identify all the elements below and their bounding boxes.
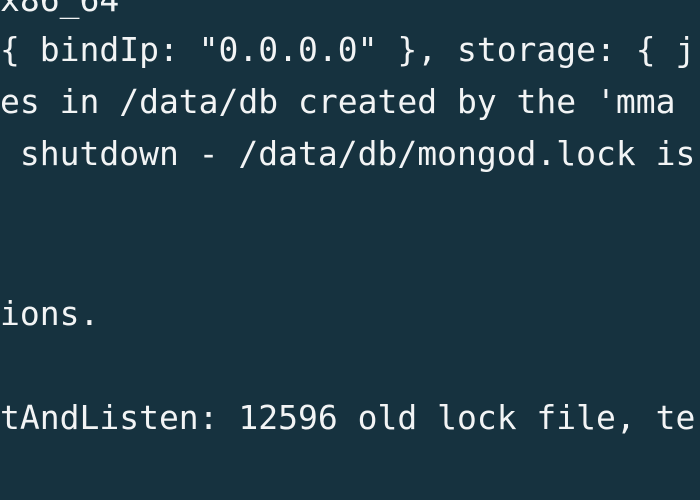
terminal-line-7: ions. <box>0 294 100 333</box>
terminal-line-3: es in /data/db created by the 'mma <box>0 82 676 121</box>
terminal-line-9: tAndListen: 12596 old lock file, te <box>0 398 696 437</box>
terminal-line-4: shutdown - /data/db/mongod.lock is <box>0 134 696 173</box>
terminal-line-1: x86_64 <box>0 0 119 26</box>
terminal-line-2: { bindIp: "0.0.0.0" }, storage: { j <box>0 30 696 69</box>
terminal-window[interactable]: x86_64 { bindIp: "0.0.0.0" }, storage: {… <box>0 0 700 500</box>
